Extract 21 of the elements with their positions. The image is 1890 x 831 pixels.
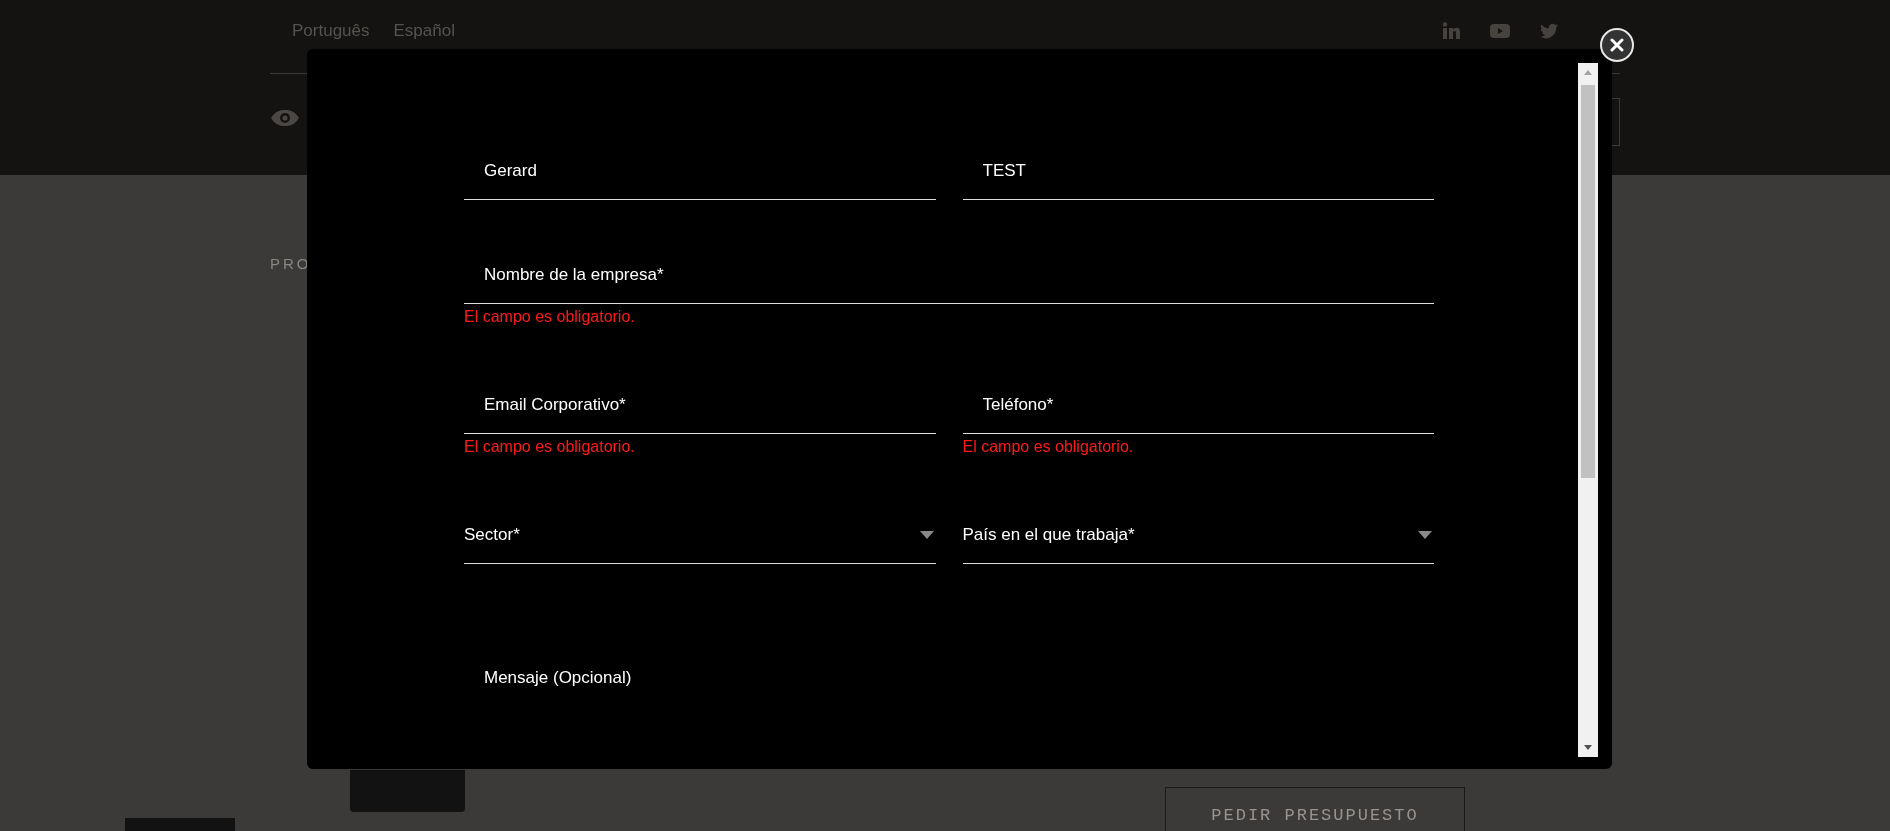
error-message: El campo es obligatorio. bbox=[962, 437, 1134, 457]
dropdown-field[interactable]: País en el que trabaja* bbox=[962, 506, 1434, 564]
text-field[interactable]: Teléfono* bbox=[962, 376, 1434, 434]
breadcrumb: PRO bbox=[270, 254, 312, 274]
caret-icon bbox=[1418, 530, 1432, 539]
text-field[interactable]: Email Corporativo* bbox=[464, 376, 936, 434]
linkedin-icon[interactable] bbox=[1441, 21, 1461, 41]
error-message: El campo es obligatorio. bbox=[464, 307, 635, 327]
text-field[interactable]: TEST bbox=[962, 142, 1434, 200]
error-message: El campo es obligatorio. bbox=[464, 437, 635, 457]
youtube-icon[interactable] bbox=[1490, 21, 1510, 41]
scrollbar[interactable] bbox=[1578, 63, 1598, 757]
caret-icon bbox=[919, 530, 934, 539]
dropdown-field[interactable]: Sector* bbox=[464, 506, 936, 564]
twitter-icon[interactable] bbox=[1539, 21, 1559, 41]
quote-button[interactable]: PEDIR PRESUPUESTO bbox=[1165, 787, 1465, 831]
eye-icon bbox=[270, 109, 300, 127]
close-icon bbox=[1610, 38, 1624, 52]
message-field[interactable]: Mensaje (Opcional) bbox=[464, 610, 1434, 769]
text-field[interactable]: Gerard bbox=[464, 142, 936, 200]
text-field[interactable]: Nombre de la empresa* bbox=[464, 246, 1434, 304]
